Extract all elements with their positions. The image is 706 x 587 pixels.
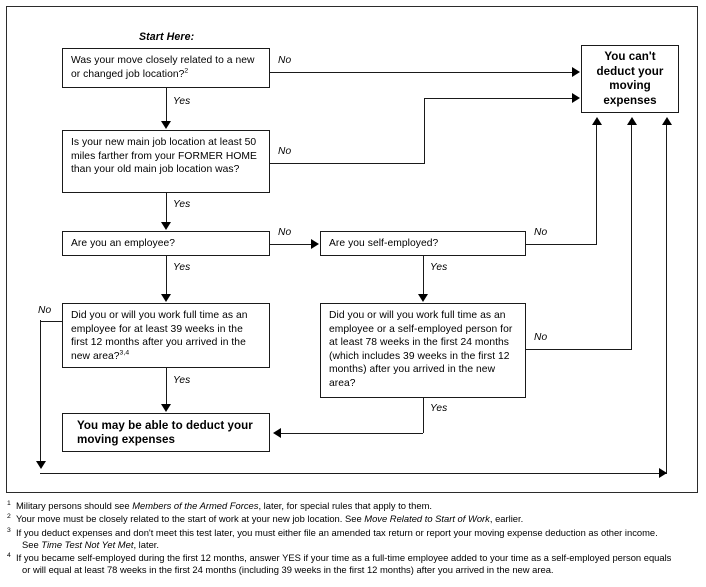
footnote-1-text-a: Military persons should see <box>16 500 133 511</box>
edge-q4-no-arrow <box>591 117 602 125</box>
edge-label-q5-yes: Yes <box>173 375 191 386</box>
edge-q1-no-line <box>270 71 573 73</box>
edge-q6-yes-line-v <box>422 398 424 433</box>
node-q4-text: Are you self-employed? <box>329 238 439 250</box>
edge-label-q4-no: No <box>534 227 548 238</box>
flowchart-page: Start Here: Was your move closely relate… <box>0 0 706 587</box>
node-q3: Are you an employee? <box>62 231 270 256</box>
edge-label-q4-yes: Yes <box>430 262 448 273</box>
edge-label-q6-no: No <box>534 332 548 343</box>
edge-q6-no-line-v <box>631 124 633 349</box>
node-q1: Was your move closely related to a new o… <box>62 48 270 88</box>
edge-q2-no-line-v <box>424 98 426 163</box>
edge-q4-yes-line <box>422 256 424 294</box>
edge-q6-yes-arrow <box>273 428 281 438</box>
footnote-1-text-b: , later, for special rules that apply to… <box>258 500 432 511</box>
edge-q5-yes-arrow <box>161 404 171 412</box>
edge-q6-yes-line-h <box>281 432 423 434</box>
footnote-3-line2: See Time Test Not Yet Met, later. <box>16 539 701 551</box>
footnote-3: 3 If you deduct expenses and don't meet t… <box>7 527 701 551</box>
footnote-1-number: 1 <box>7 500 11 507</box>
edge-q4-no-line-h <box>526 243 597 245</box>
edge-label-q3-yes: Yes <box>173 262 191 273</box>
edge-q5-no-arrow-up <box>661 117 672 125</box>
footnote-4-line2: or will equal at least 78 weeks in the f… <box>22 564 554 576</box>
node-cannot-deduct-text: You can't deduct your moving expenses <box>596 50 664 107</box>
edge-q5-no-line-v1 <box>40 320 42 463</box>
edge-label-q6-yes: Yes <box>430 403 448 414</box>
footnote-4-number: 4 <box>7 552 11 560</box>
node-q5-footnote-ref: 3,4 <box>119 349 130 357</box>
edge-q5-yes-line <box>165 368 167 405</box>
node-q1-text: Was your move closely related to a new o… <box>71 55 255 80</box>
node-may-deduct: You may be able to deduct your moving ex… <box>62 413 270 452</box>
node-may-deduct-text: You may be able to deduct your moving ex… <box>77 418 253 447</box>
edge-q1-yes-line <box>165 88 167 122</box>
edge-q2-yes-line <box>165 193 167 225</box>
edge-q1-yes-arrow <box>161 121 171 129</box>
edge-q5-no-line-h1 <box>40 320 63 322</box>
node-q1-footnote-ref: 2 <box>184 67 189 75</box>
footnote-2-number: 2 <box>7 513 11 521</box>
footnote-1: 1 Military persons should see Members of … <box>7 500 701 512</box>
footnote-3-number: 3 <box>7 526 11 534</box>
node-q3-text: Are you an employee? <box>71 238 176 250</box>
footnote-2-text-a: Your move must be closely related to the… <box>16 513 365 525</box>
footnote-3-text-a: If you deduct expenses and don't meet th… <box>16 526 658 538</box>
edge-q6-no-arrow <box>626 117 637 125</box>
node-q6-text: Did you or will you work full time as an… <box>329 310 513 389</box>
footnote-3-text-c: See <box>22 538 42 550</box>
footnote-4-text-a: If you became self-employed during the f… <box>16 552 672 564</box>
edge-q2-yes-arrow <box>161 222 171 230</box>
edge-q2-no-arrow <box>572 93 580 103</box>
edge-label-q1-yes: Yes <box>173 96 191 107</box>
edge-label-q3-no: No <box>278 227 292 238</box>
node-q5: Did you or will you work full time as an… <box>62 303 270 368</box>
edge-label-q1-no: No <box>278 55 292 66</box>
edge-label-q2-no: No <box>278 146 292 157</box>
footnote-4: 4 If you became self-employed during the … <box>7 552 701 576</box>
node-q2-text: Is your new main job location at least 5… <box>71 137 257 176</box>
footnote-3-text-d: , later. <box>133 538 159 550</box>
edge-q3-no-line <box>270 243 312 245</box>
edge-q3-yes-line <box>165 256 167 294</box>
node-q6: Did you or will you work full time as an… <box>320 303 526 398</box>
footnote-2-text-b: , earlier. <box>489 513 524 525</box>
edge-q1-no-arrow <box>572 67 580 77</box>
node-q4: Are you self-employed? <box>320 231 526 256</box>
edge-q3-yes-arrow <box>161 294 171 302</box>
footnote-3-text-italic: Time Test Not Yet Met <box>41 538 134 550</box>
edge-label-q5-no: No <box>38 305 52 316</box>
footnote-1-text-italic: Members of the Armed Forces <box>132 500 259 511</box>
edge-q4-no-line-v <box>596 124 598 244</box>
edge-q2-no-line-h2 <box>424 97 573 99</box>
node-q5-text: Did you or will you work full time as an… <box>71 310 248 362</box>
start-here-label: Start Here: <box>139 31 195 43</box>
edge-q3-no-arrow <box>311 239 319 249</box>
edge-label-q2-yes: Yes <box>173 199 191 210</box>
node-q2: Is your new main job location at least 5… <box>62 130 270 193</box>
edge-q5-no-line-v2 <box>666 124 668 473</box>
node-cannot-deduct: You can't deduct your moving expenses <box>581 45 679 113</box>
footnote-2: 2 Your move must be closely related to th… <box>7 513 701 525</box>
footnotes: 1 Military persons should see Members of … <box>7 500 701 577</box>
edge-q2-no-line-h1 <box>270 162 425 164</box>
edge-q6-no-line-h <box>526 348 632 350</box>
edge-q4-yes-arrow <box>418 294 428 302</box>
footnote-2-text-italic: Move Related to Start of Work <box>364 513 490 525</box>
edge-q5-no-line-h2 <box>40 472 667 474</box>
edge-q5-no-arrow-down <box>35 461 46 469</box>
